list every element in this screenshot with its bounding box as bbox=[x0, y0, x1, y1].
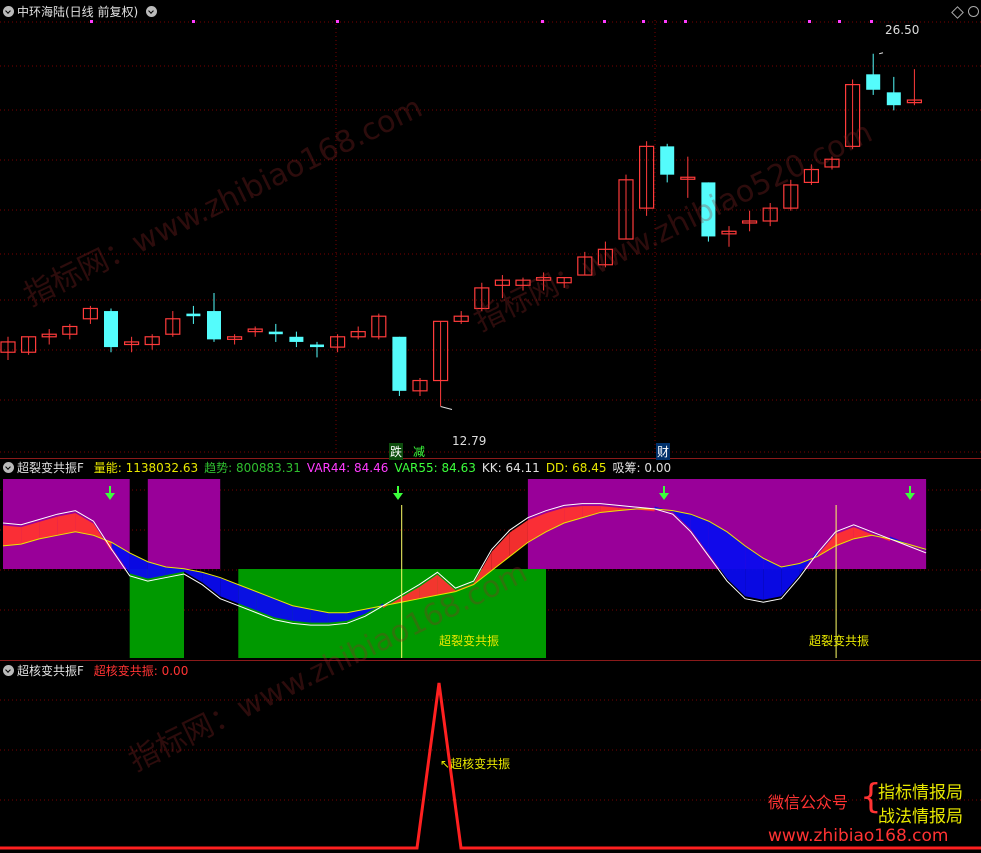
min-price-label: 12.79 bbox=[452, 434, 487, 448]
indicator-name: 超裂变共振F bbox=[17, 461, 84, 475]
field-label: 趋势: bbox=[204, 461, 233, 475]
candle-body bbox=[701, 182, 716, 237]
candle-body bbox=[207, 311, 221, 340]
indicator3-name: 超核变共振F bbox=[17, 664, 84, 678]
promo-left: 微信公众号 bbox=[768, 793, 849, 812]
collapse-icon[interactable] bbox=[3, 462, 14, 473]
chart-canvas bbox=[0, 20, 981, 850]
candle-body bbox=[289, 336, 304, 342]
field-label: VAR55: bbox=[394, 461, 438, 475]
signal-dot bbox=[642, 20, 645, 23]
max-price-label: 26.50 bbox=[885, 23, 920, 37]
candle-body bbox=[660, 146, 675, 175]
signal-label-2: 超裂变共振 bbox=[809, 634, 870, 648]
panel2-header: 超裂变共振F 量能: 1138032.63 趋势: 800883.31 VAR44:… bbox=[3, 461, 677, 475]
candle-body bbox=[104, 311, 118, 348]
ribbon-segment bbox=[3, 525, 22, 546]
signal-label-1: 超裂变共振 bbox=[439, 634, 500, 648]
signal-dot bbox=[808, 20, 811, 23]
field-label: VAR44: bbox=[306, 461, 351, 475]
candle-body bbox=[886, 92, 901, 106]
candlestick-series bbox=[0, 52, 923, 411]
signal-dot bbox=[192, 20, 195, 23]
field-label: 吸筹: bbox=[612, 461, 641, 475]
field-label: KK: bbox=[481, 461, 502, 475]
promo-url: www.zhibiao168.com bbox=[768, 826, 949, 846]
min-marker bbox=[440, 406, 453, 411]
field-value: 0.00 bbox=[640, 461, 672, 475]
tag-finance: 财 bbox=[656, 443, 671, 460]
signal-dot bbox=[664, 20, 667, 23]
field-value: 800883.31 bbox=[232, 461, 301, 475]
candle-body bbox=[310, 344, 324, 348]
stock-title: 中环海陆(日线 前复权) bbox=[17, 5, 139, 19]
collapse-icon[interactable] bbox=[3, 6, 14, 17]
candle-body bbox=[392, 336, 407, 391]
signal-dot bbox=[336, 20, 339, 23]
indicator-fields: 量能: 1138032.63 趋势: 800883.31 VAR44: 84.46 V… bbox=[94, 461, 677, 475]
dropdown-icon[interactable] bbox=[146, 6, 158, 17]
field-value: 68.45 bbox=[568, 461, 607, 475]
panel3-header: 超核变共振F 超核变共振: 0.00 bbox=[3, 664, 188, 678]
panel-divider-1 bbox=[0, 458, 981, 459]
top-signal-dots bbox=[90, 20, 873, 23]
candle-body bbox=[186, 313, 201, 317]
purple-band bbox=[147, 479, 221, 569]
ribbon-segment bbox=[781, 563, 800, 597]
panel1-header: 中环海陆(日线 前复权) bbox=[3, 5, 160, 19]
field-value: 1138032.63 bbox=[121, 461, 199, 475]
field-value: 64.11 bbox=[501, 461, 540, 475]
peak-label: ↖超核变共振 bbox=[440, 757, 511, 771]
field-label: DD: bbox=[545, 461, 569, 475]
promo-right-1: 指标情报局 bbox=[878, 783, 963, 803]
collapse-icon[interactable] bbox=[3, 665, 14, 676]
max-marker bbox=[879, 52, 884, 55]
tag-reduce: 减 bbox=[413, 445, 426, 459]
ribbon-segment bbox=[509, 520, 528, 557]
signal-dot bbox=[838, 20, 841, 23]
panel-close-icon[interactable] bbox=[968, 6, 979, 17]
indicator3-field-label: 超核变共振: bbox=[93, 664, 158, 678]
indicator-series bbox=[2, 479, 927, 658]
promo-right-2: 战法情报局 bbox=[878, 807, 963, 827]
field-label: 量能: bbox=[93, 461, 122, 475]
green-band bbox=[129, 569, 184, 658]
field-value: 84.46 bbox=[350, 461, 389, 475]
signal-dot bbox=[603, 20, 606, 23]
signal-dot bbox=[90, 20, 93, 23]
indicator3-field-value: 0.00 bbox=[161, 664, 189, 678]
signal-dot bbox=[541, 20, 544, 23]
ribbon-segment bbox=[491, 532, 510, 571]
panel-divider-2 bbox=[0, 660, 981, 661]
candle-body bbox=[268, 331, 283, 335]
tag-fall: 跌 bbox=[389, 443, 404, 460]
price-grid bbox=[0, 20, 981, 801]
arrow-head-icon bbox=[393, 493, 403, 500]
field-value: 84.63 bbox=[437, 461, 476, 475]
candle-body bbox=[866, 74, 881, 90]
signal-dot bbox=[684, 20, 687, 23]
ribbon-segment bbox=[202, 572, 221, 597]
signal-dot bbox=[870, 20, 873, 23]
